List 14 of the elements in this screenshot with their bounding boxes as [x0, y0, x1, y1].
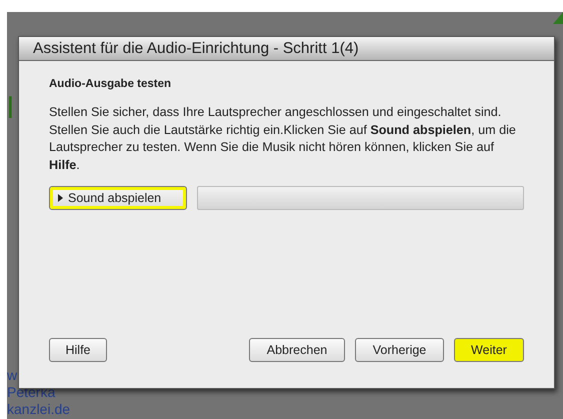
dialog-button[interactable]: Hilfe [49, 338, 107, 362]
dialog-title: Assistent für die Audio-Einrichtung - Schritt 1(4) [19, 37, 554, 61]
section-heading: Audio-Ausgabe testen [49, 78, 172, 90]
dialog-button[interactable]: Abbrechen [249, 338, 345, 362]
background-letter: l [7, 92, 14, 126]
play-sound-button[interactable]: Sound abspielen [49, 186, 187, 210]
instructions-text: Stellen Sie sicher, dass Ihre Lautsprecher angeschlossen und eingeschaltet sind. Stellen Sie auch die Lautstärke richtig ein.Klicken Sie auf Sound abspielen, um die Lautsprecher zu testen. Wenn Sie die Musik nicht hören können, klicken Sie auf Hilfe. [49, 104, 517, 174]
background-text: w [7, 367, 18, 384]
play-icon [58, 194, 63, 202]
dialog-button[interactable]: Weiter [454, 338, 524, 362]
background-text: Peterka [7, 384, 56, 401]
triangle-icon [553, 12, 563, 24]
background-text: kanzlei.de [7, 401, 70, 418]
dialog-button[interactable]: Vorherige [355, 338, 444, 362]
